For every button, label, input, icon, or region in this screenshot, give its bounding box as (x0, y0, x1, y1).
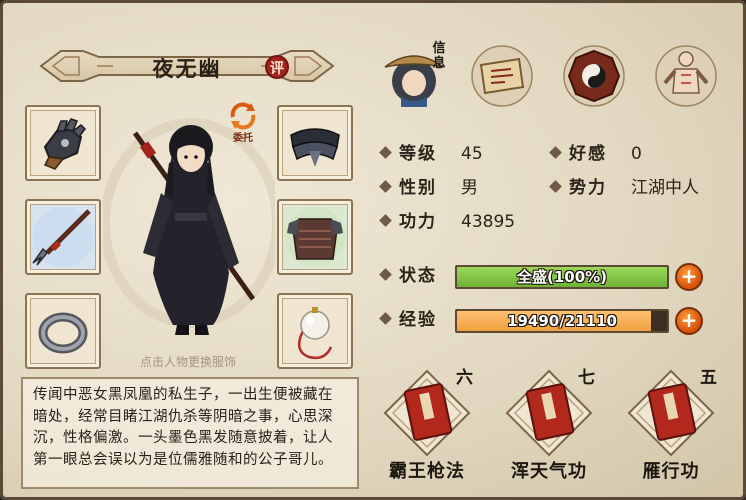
character-info-panel: 夜无幽 评 委托 点击人物更换服饰 传闻中恶女黑凤凰的私生子，一出生便被藏在暗处… (0, 0, 746, 500)
skill-slot-1[interactable]: 六 霸王枪法 (373, 367, 481, 487)
stat-power: 功力 43895 (379, 211, 571, 233)
exp-bar: 19490/21110 (455, 309, 669, 333)
status-add-button[interactable]: + (675, 263, 703, 291)
refresh-arrows-icon (230, 102, 256, 130)
skill-rank: 七 (578, 368, 595, 388)
pearl-pendant-icon (297, 307, 333, 360)
equip-slot-armor[interactable] (277, 199, 353, 275)
body-meridian-icon (655, 45, 717, 107)
stat-gender: 性别 男 (379, 177, 541, 199)
exp-label: 经验 (399, 310, 437, 330)
equip-slot-accessory[interactable] (277, 293, 353, 369)
ring-icon (38, 312, 88, 354)
stat-faction-label: 势力 (569, 178, 607, 198)
status-row: 状态 (379, 265, 461, 287)
entrust-label: 委托 (233, 133, 253, 144)
change-outfit-hint: 点击人物更换服饰 (139, 355, 236, 369)
skill-rank: 六 (456, 368, 473, 388)
tab-scrolls[interactable] (469, 43, 535, 109)
skill-slot-2[interactable]: 七 浑天气功 (495, 367, 603, 487)
spear-icon (32, 207, 93, 267)
stat-level: 等级 45 (379, 143, 541, 165)
stat-gender-label: 性别 (399, 178, 437, 198)
equip-slot-ring[interactable] (25, 293, 101, 369)
skill-slot-3[interactable]: 五 雁行功 (617, 367, 725, 487)
stat-favor-value: 0 (631, 144, 642, 164)
tab-bagua[interactable] (561, 43, 627, 109)
equip-slot-gloves[interactable] (25, 105, 101, 181)
status-bar-text: 全盛(100%) (516, 268, 608, 286)
stat-favor: 好感 0 (549, 143, 731, 165)
stat-favor-label: 好感 (569, 144, 607, 164)
equip-slot-weapon[interactable] (25, 199, 101, 275)
diamond-bullet-icon (379, 180, 392, 193)
scroll-map-icon (471, 45, 533, 107)
skill-name: 霸王枪法 (389, 461, 465, 482)
gauntlet-icon (43, 118, 86, 170)
diamond-bullet-icon (549, 180, 562, 193)
diamond-bullet-icon (379, 268, 392, 281)
stat-power-value: 43895 (461, 212, 516, 232)
stat-faction-value: 江湖中人 (631, 178, 699, 198)
tab-meridians[interactable] (653, 43, 719, 109)
status-label: 状态 (399, 266, 437, 286)
skill-name: 浑天气功 (511, 461, 587, 482)
equip-slot-collar[interactable] (277, 105, 353, 181)
evaluate-button[interactable]: 评 (265, 55, 289, 79)
stat-level-value: 45 (461, 144, 483, 164)
skill-name: 雁行功 (642, 461, 700, 482)
stat-gender-value: 男 (461, 178, 478, 198)
diamond-bullet-icon (379, 214, 392, 227)
diamond-bullet-icon (379, 146, 392, 159)
diamond-bullet-icon (379, 312, 392, 325)
character-name: 夜无幽 (152, 57, 222, 81)
stat-faction: 势力 江湖中人 (549, 177, 741, 199)
bagua-icon (563, 45, 625, 107)
tab-info-label: 信息 (432, 41, 446, 71)
stat-power-label: 功力 (399, 212, 437, 232)
name-banner: 夜无幽 (39, 47, 335, 85)
exp-row: 经验 (379, 309, 461, 331)
entrust-button[interactable]: 委托 (225, 101, 261, 147)
stat-level-label: 等级 (399, 144, 437, 164)
exp-bar-text: 19490/21110 (507, 312, 617, 330)
diamond-bullet-icon (549, 146, 562, 159)
collar-icon (290, 128, 340, 167)
skill-rank: 五 (700, 368, 717, 388)
character-biography: 传闻中恶女黑凤凰的私生子，一出生便被藏在暗处，经常目睹江湖仇杀等阴暗之事，心思深… (21, 377, 359, 489)
exp-add-button[interactable]: + (675, 307, 703, 335)
status-bar: 全盛(100%) (455, 265, 669, 289)
armor-icon (285, 207, 345, 267)
